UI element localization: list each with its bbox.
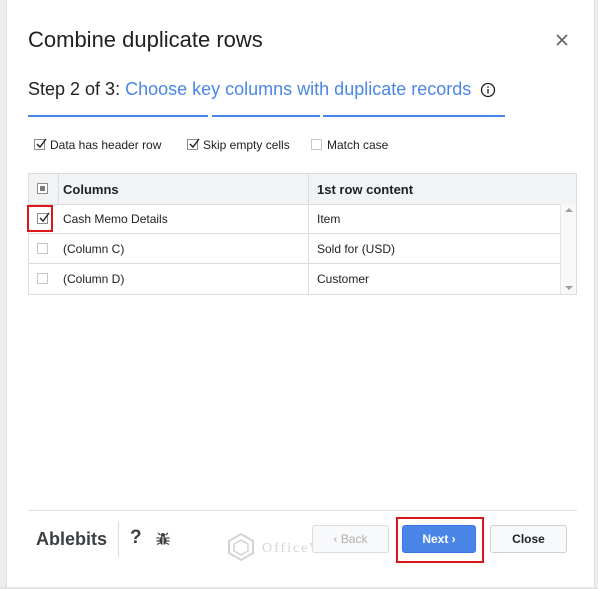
column-header-first-row-content[interactable]: 1st row content	[317, 182, 413, 197]
column-name-cell: (Column D)	[63, 272, 125, 286]
left-frame-edge	[0, 0, 7, 589]
select-all-checkbox[interactable]	[37, 183, 48, 194]
row-content-cell: Sold for (USD)	[317, 242, 396, 256]
column-name-cell: (Column C)	[63, 242, 125, 256]
option-match-case[interactable]: Match case	[311, 138, 388, 152]
close-button[interactable]: Close	[490, 525, 567, 553]
checkbox-icon[interactable]	[34, 138, 47, 151]
table-row[interactable]: (Column D) Customer	[29, 264, 560, 294]
scroll-down-arrow-icon[interactable]	[565, 286, 573, 290]
step-1-progress-bar	[28, 115, 208, 117]
table-scrollbar[interactable]	[560, 204, 576, 294]
highlight-annotation-checkbox	[27, 205, 53, 232]
bug-icon[interactable]	[155, 531, 171, 547]
table-header: Columns 1st row content	[29, 174, 576, 205]
info-icon[interactable]	[480, 82, 496, 98]
table-row[interactable]: (Column C) Sold for (USD)	[29, 234, 560, 264]
highlight-annotation-next	[396, 517, 484, 563]
option-skip-empty-cells[interactable]: Skip empty cells	[187, 138, 290, 152]
row-content-cell: Item	[317, 212, 341, 226]
step-title: Choose key columns with duplicate record…	[125, 79, 472, 99]
step-prefix: Step 2 of 3:	[28, 79, 121, 99]
step-heading: Step 2 of 3: Choose key columns with dup…	[28, 79, 471, 100]
scroll-up-arrow-icon[interactable]	[565, 208, 573, 212]
option-label: Match case	[327, 138, 389, 152]
option-label: Data has header row	[50, 138, 162, 152]
brand-divider	[118, 521, 119, 557]
right-frame-edge	[594, 0, 598, 589]
back-button[interactable]: ‹ Back	[312, 525, 389, 553]
checkbox-icon[interactable]	[187, 138, 200, 151]
header-divider	[58, 174, 59, 204]
footer-divider	[28, 510, 577, 511]
columns-table: Columns 1st row content Cash Memo Detail…	[28, 173, 577, 295]
dialog-title: Combine duplicate rows	[28, 27, 263, 52]
option-data-has-header-row[interactable]: Data has header row	[34, 138, 161, 152]
help-icon[interactable]: ?	[130, 527, 142, 549]
column-name-cell: Cash Memo Details	[63, 212, 168, 226]
watermark-logo-icon	[228, 532, 254, 562]
close-icon[interactable]	[552, 30, 572, 50]
step-2-progress-bar	[212, 115, 320, 117]
row-checkbox[interactable]	[37, 273, 48, 284]
brand-logo: Ablebits	[36, 529, 108, 549]
row-checkbox[interactable]	[37, 243, 48, 254]
column-header-columns[interactable]: Columns	[63, 182, 119, 197]
option-label: Skip empty cells	[203, 138, 290, 152]
step-3-progress-bar	[323, 115, 505, 117]
table-row[interactable]: Cash Memo Details Item	[29, 204, 560, 234]
row-content-cell: Customer	[317, 272, 370, 286]
checkbox-icon[interactable]	[311, 139, 322, 151]
